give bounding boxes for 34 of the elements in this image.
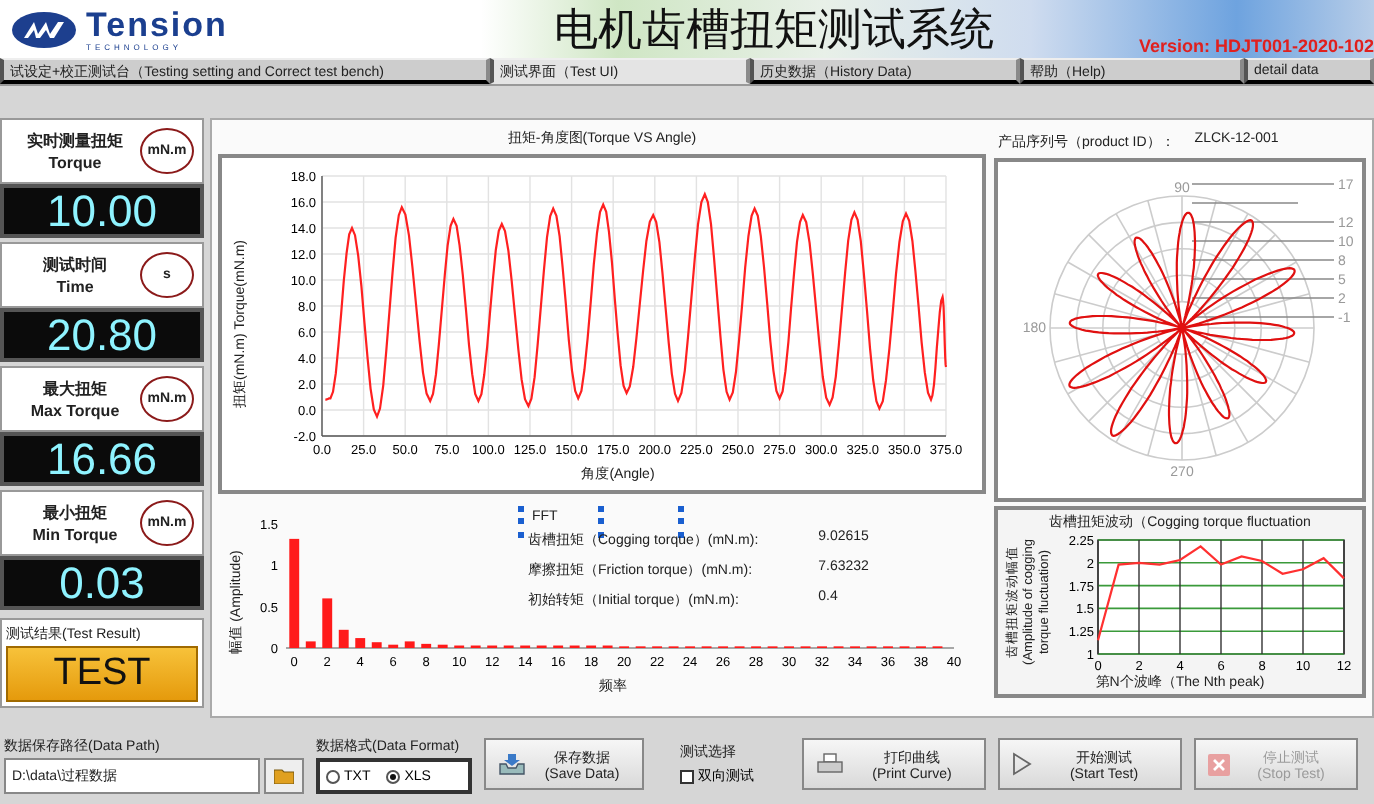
readout-label: Max Torque (30, 399, 120, 421)
folder-icon (274, 768, 294, 784)
browse-button[interactable] (264, 758, 304, 794)
readout-value: 10.00 (0, 184, 204, 238)
logo-icon (10, 9, 78, 49)
amplitude-bar (371, 642, 382, 648)
radial-scale-lines (1191, 183, 1335, 318)
amplitude-bar (404, 641, 415, 648)
readout-label: Time (56, 275, 94, 297)
selection-handle-icon[interactable] (518, 506, 524, 538)
readout-value: 16.66 (0, 432, 204, 486)
app-title: 电机齿槽扭矩测试系统 (552, 1, 997, 57)
selection-handle-icon[interactable] (678, 506, 684, 538)
readout-label: 测试时间 (43, 253, 107, 275)
test-result-indicator: TEST (6, 646, 198, 702)
readout-label: 最大扭矩 (43, 377, 107, 399)
amplitude-bar (322, 598, 333, 648)
logo-text: Tension (86, 7, 228, 41)
amplitude-bar (421, 643, 432, 648)
readout-value: 20.80 (0, 308, 204, 362)
readout-label: 最小扭矩 (43, 501, 107, 523)
tray-icon (498, 752, 526, 776)
amplitude-bar (338, 629, 349, 648)
readout-value: 0.03 (0, 556, 204, 610)
close-icon (1208, 753, 1230, 775)
amplitude-bar (355, 638, 366, 648)
readout-label: Torque (48, 151, 102, 173)
version-text: Version: HDJT001-2020-102 (1138, 36, 1374, 56)
printer-icon (816, 752, 844, 776)
amplitude-bar (305, 641, 316, 648)
amplitude-bar (289, 538, 300, 648)
readout-label: 实时测量扭矩 (27, 129, 123, 151)
readout-label: Min Torque (32, 523, 118, 545)
play-icon (1012, 752, 1032, 776)
